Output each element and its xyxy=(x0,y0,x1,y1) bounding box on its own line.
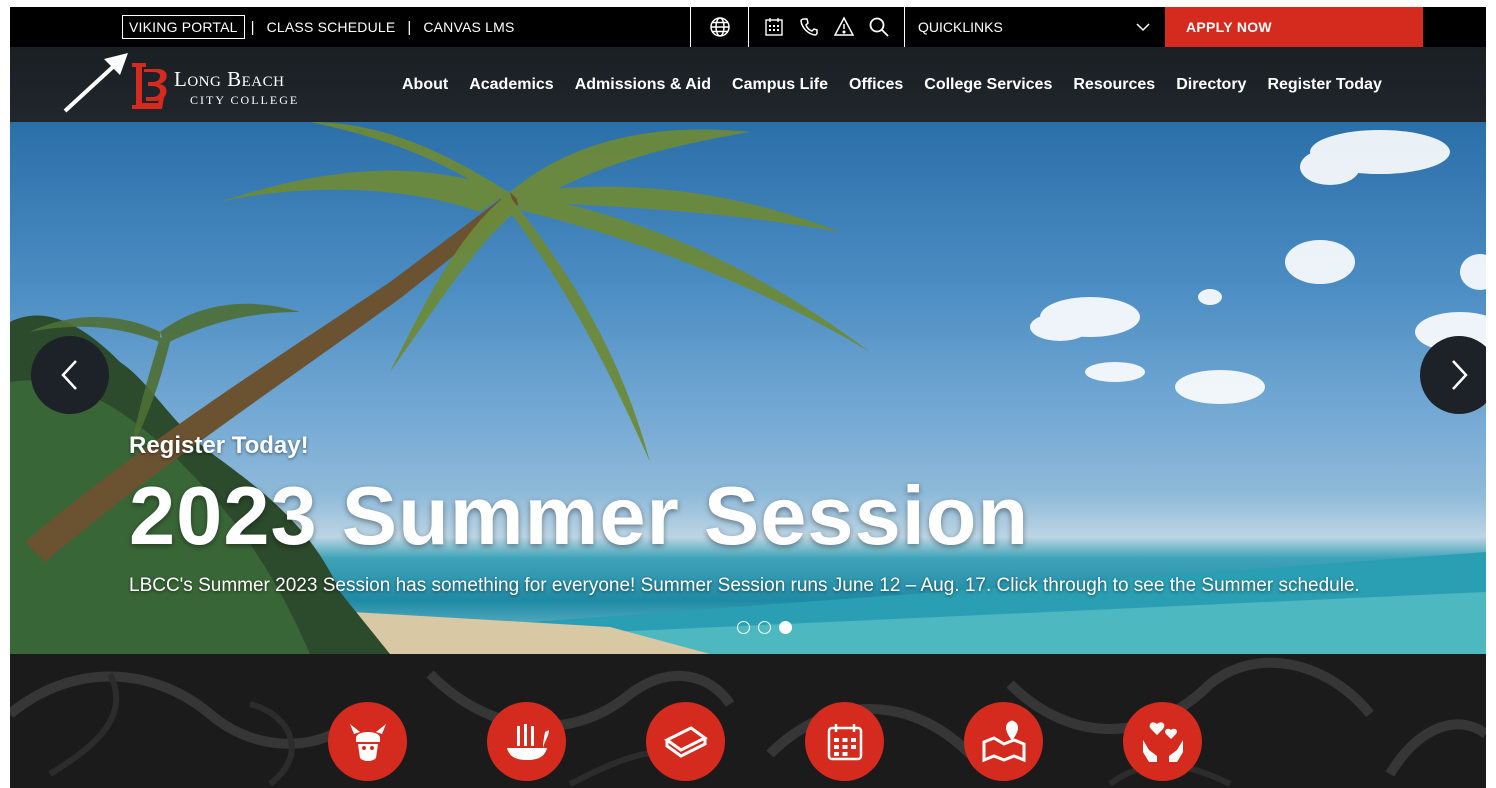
chevron-down-icon xyxy=(1136,19,1150,35)
nav-item-academics[interactable]: Academics xyxy=(469,76,554,94)
apply-now-button[interactable]: APPLY NOW xyxy=(1165,7,1423,47)
utility-bar: VIKING PORTAL | CLASS SCHEDULE | CANVAS … xyxy=(10,7,1486,47)
language-box xyxy=(690,7,748,47)
carousel-dot-active[interactable] xyxy=(779,621,792,634)
quick-icon-band xyxy=(10,654,1486,788)
globe-icon[interactable] xyxy=(709,16,731,38)
nav-item-about[interactable]: About xyxy=(402,76,448,94)
viking-ship-icon[interactable] xyxy=(487,702,566,781)
nav-item-offices[interactable]: Offices xyxy=(849,76,903,94)
class-schedule-link[interactable]: CLASS SCHEDULE xyxy=(261,16,402,38)
hands-hearts-icon[interactable] xyxy=(1123,702,1202,781)
hero-description: LBCC's Summer 2023 Session has something… xyxy=(129,575,1360,596)
logo-line-2: City College xyxy=(190,93,300,107)
utility-links: VIKING PORTAL | CLASS SCHEDULE | CANVAS … xyxy=(122,13,521,41)
map-location-icon[interactable] xyxy=(964,702,1043,781)
nav-item-college-services[interactable]: College Services xyxy=(924,76,1052,94)
nav-item-campus-life[interactable]: Campus Life xyxy=(732,76,828,94)
phone-icon[interactable] xyxy=(798,16,820,38)
quicklinks-dropdown[interactable]: QUICKLINKS xyxy=(906,7,1164,47)
lbcc-logo[interactable]: Long Beach City College xyxy=(128,61,328,113)
main-nav: Long Beach City College About Academics … xyxy=(10,47,1486,122)
lb-monogram-icon xyxy=(132,63,167,109)
alert-icon[interactable] xyxy=(833,16,855,38)
chevron-left-icon xyxy=(61,360,77,390)
hero-carousel: Register Today! 2023 Summer Session LBCC… xyxy=(10,122,1486,654)
calendar-icon[interactable] xyxy=(763,16,785,38)
separator: | xyxy=(407,18,412,36)
utility-tools xyxy=(748,7,905,47)
carousel-prev-button[interactable] xyxy=(31,336,109,414)
logo-line-1: Long Beach xyxy=(174,67,285,91)
carousel-dot[interactable] xyxy=(737,621,750,634)
chevron-right-icon xyxy=(1452,360,1468,390)
calendar-icon[interactable] xyxy=(805,702,884,781)
books-icon[interactable] xyxy=(646,702,725,781)
quick-icons xyxy=(328,702,1202,781)
nav-item-directory[interactable]: Directory xyxy=(1176,76,1246,94)
separator: | xyxy=(250,18,255,36)
viking-mascot-icon[interactable] xyxy=(328,702,407,781)
viking-portal-link[interactable]: VIKING PORTAL xyxy=(122,15,245,39)
quicklinks-label: QUICKLINKS xyxy=(918,19,1003,35)
carousel-dot[interactable] xyxy=(758,621,771,634)
canvas-lms-link[interactable]: CANVAS LMS xyxy=(417,16,520,38)
arrow-annotation-icon xyxy=(63,53,128,113)
nav-items: About Academics Admissions & Aid Campus … xyxy=(402,47,1382,122)
hero-text: Register Today! 2023 Summer Session LBCC… xyxy=(129,432,1409,598)
carousel-dots xyxy=(737,621,792,634)
nav-item-register-today[interactable]: Register Today xyxy=(1267,76,1381,94)
hero-title[interactable]: 2023 Summer Session xyxy=(129,474,1409,557)
nav-item-resources[interactable]: Resources xyxy=(1073,76,1155,94)
hero-kicker: Register Today! xyxy=(129,432,309,459)
nav-item-admissions-aid[interactable]: Admissions & Aid xyxy=(575,76,711,94)
search-icon[interactable] xyxy=(868,16,890,38)
